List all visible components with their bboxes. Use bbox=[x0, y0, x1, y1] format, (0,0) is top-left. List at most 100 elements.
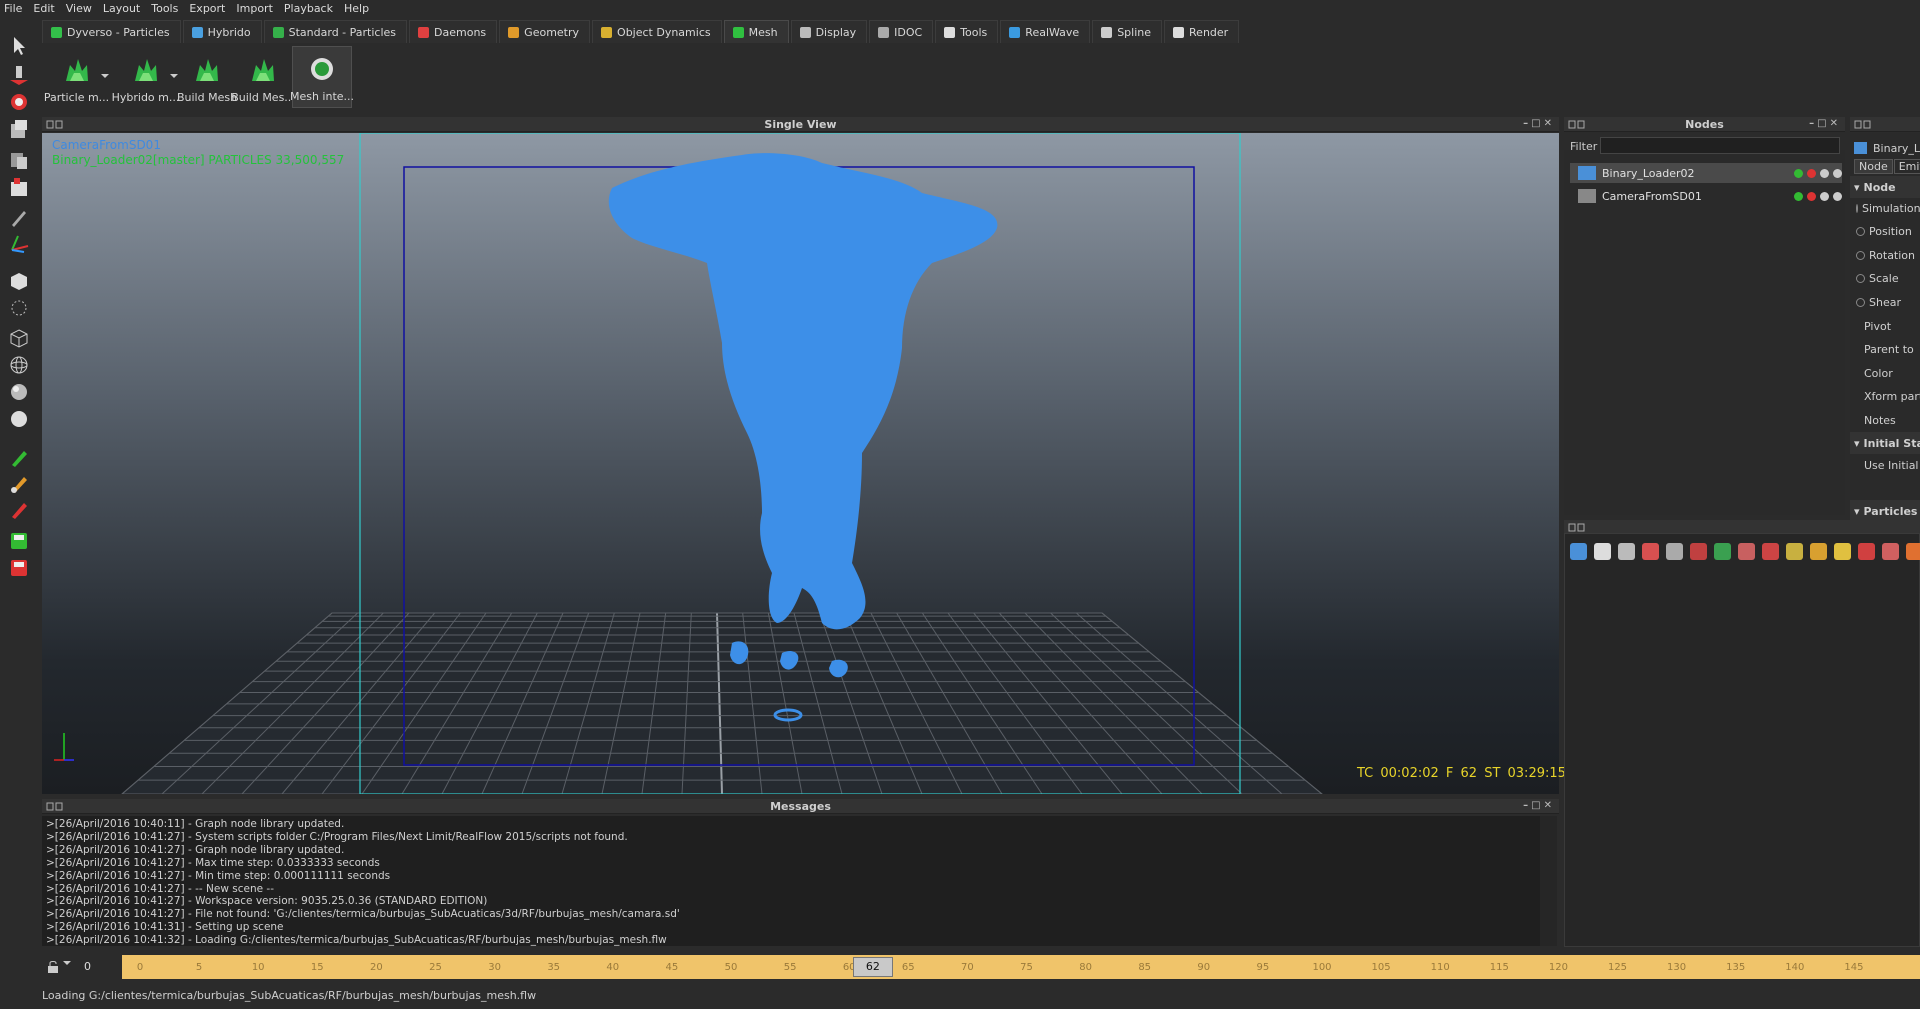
lock-icon[interactable] bbox=[46, 960, 60, 974]
shelf-button-3[interactable]: Build Mes... bbox=[231, 46, 295, 108]
menu-tools[interactable]: Tools bbox=[151, 2, 178, 15]
pencil-icon[interactable] bbox=[8, 207, 30, 229]
tab-spline[interactable]: Spline bbox=[1092, 20, 1163, 43]
property-tab[interactable]: Node bbox=[1854, 159, 1893, 174]
node-state-icon[interactable] bbox=[1833, 168, 1842, 178]
property-tab[interactable]: Emit bbox=[1893, 159, 1920, 174]
tab-render[interactable]: Render bbox=[1164, 20, 1240, 43]
radio-icon[interactable] bbox=[1856, 250, 1865, 260]
node-status-icons[interactable] bbox=[1794, 168, 1842, 178]
single-view-viewport[interactable] bbox=[42, 133, 1559, 794]
tab-geometry[interactable]: Geometry bbox=[499, 20, 591, 43]
menu-playback[interactable]: Playback bbox=[284, 2, 333, 15]
menu-import[interactable]: Import bbox=[236, 2, 273, 15]
node-status-icons[interactable] bbox=[1794, 191, 1842, 201]
radio-icon[interactable] bbox=[1856, 227, 1865, 237]
sphere-smooth-icon[interactable] bbox=[8, 408, 30, 430]
zoom-fit-icon[interactable] bbox=[1738, 543, 1755, 560]
chevron-down-icon[interactable] bbox=[101, 74, 109, 78]
start-frame[interactable]: 0 bbox=[84, 960, 91, 973]
scale-icon[interactable] bbox=[8, 118, 30, 140]
radio-icon[interactable] bbox=[1856, 203, 1858, 213]
panel-grip-icon[interactable] bbox=[1854, 120, 1872, 129]
brush-green-icon[interactable] bbox=[8, 447, 30, 469]
property-row[interactable]: Scale bbox=[1850, 268, 1920, 290]
property-row[interactable]: Rotation bbox=[1850, 244, 1920, 266]
section-initial-state[interactable]: ▾Initial Stat bbox=[1850, 432, 1920, 454]
chevron-down-icon[interactable] bbox=[170, 74, 178, 78]
node-state-icon[interactable] bbox=[1794, 168, 1803, 178]
shelf-button-0[interactable]: Particle m... bbox=[42, 46, 111, 108]
shelf-button-2[interactable]: Build Mesh bbox=[177, 46, 237, 108]
property-row[interactable]: Parent to bbox=[1850, 339, 1920, 361]
save-green-icon[interactable] bbox=[8, 530, 30, 552]
select-arrow-icon[interactable] bbox=[8, 35, 30, 57]
property-row[interactable]: Xform partic bbox=[1850, 386, 1920, 408]
tab-object-dynamics[interactable]: Object Dynamics bbox=[592, 20, 722, 43]
section-particles[interactable]: ▾ Particles bbox=[1850, 500, 1920, 522]
sphere-flat-icon[interactable] bbox=[8, 381, 30, 403]
sphere-wire-icon[interactable] bbox=[8, 354, 30, 376]
tab-dyverso-particles[interactable]: Dyverso - Particles bbox=[42, 20, 181, 43]
property-row[interactable]: Pivot bbox=[1850, 315, 1920, 337]
panel-grip-icon[interactable] bbox=[46, 802, 64, 811]
property-row[interactable]: Notes bbox=[1850, 409, 1920, 431]
menu-file[interactable]: File bbox=[4, 2, 22, 15]
messages-scrollbar[interactable] bbox=[1540, 816, 1557, 946]
nodes-window-controls[interactable]: –□✕ bbox=[1809, 118, 1841, 129]
radio-icon[interactable] bbox=[1856, 274, 1865, 284]
shelf-button-4[interactable]: Mesh inte... bbox=[290, 46, 354, 108]
timeline-current-frame[interactable]: 62 bbox=[852, 957, 893, 977]
cube-wire-icon[interactable] bbox=[8, 327, 30, 349]
tab-idoc[interactable]: IDOC bbox=[869, 20, 934, 43]
section-node[interactable]: ▾ Node bbox=[1850, 176, 1920, 198]
save-red-icon[interactable] bbox=[8, 557, 30, 579]
delete-icon[interactable] bbox=[1690, 543, 1707, 560]
pivot-icon[interactable] bbox=[8, 176, 30, 198]
menu-export[interactable]: Export bbox=[189, 2, 225, 15]
export-icon[interactable] bbox=[1666, 543, 1683, 560]
tab-standard-particles[interactable]: Standard - Particles bbox=[263, 20, 408, 43]
property-row[interactable]: Simulation bbox=[1850, 197, 1920, 219]
radio-icon[interactable] bbox=[1856, 297, 1865, 307]
undo-icon[interactable] bbox=[1570, 543, 1587, 560]
points-icon[interactable] bbox=[8, 297, 30, 319]
tab-daemons[interactable]: Daemons bbox=[409, 20, 498, 43]
brush-orange-icon[interactable] bbox=[8, 473, 30, 495]
tab-tools[interactable]: Tools bbox=[935, 20, 999, 43]
tab-display[interactable]: Display bbox=[790, 20, 868, 43]
new-icon[interactable] bbox=[1618, 543, 1635, 560]
link-icon[interactable] bbox=[1714, 543, 1731, 560]
messages-log[interactable]: >[26/April/2016 10:40:11] - Graph node l… bbox=[42, 816, 1547, 946]
break-icon[interactable] bbox=[1882, 543, 1899, 560]
redo-icon[interactable] bbox=[1594, 543, 1611, 560]
node-state-icon[interactable] bbox=[1820, 191, 1829, 201]
node-item[interactable]: Binary_Loader02 bbox=[1570, 163, 1842, 183]
filter-input[interactable] bbox=[1600, 137, 1840, 154]
property-row[interactable]: Shear bbox=[1850, 291, 1920, 313]
menu-layout[interactable]: Layout bbox=[103, 2, 140, 15]
zoom-select-icon[interactable] bbox=[1762, 543, 1779, 560]
rotate-icon[interactable] bbox=[8, 91, 30, 113]
messages-window-controls[interactable]: –□✕ bbox=[1523, 800, 1555, 811]
panel-grip-icon[interactable] bbox=[46, 120, 64, 129]
move-icon[interactable] bbox=[8, 64, 30, 86]
property-row[interactable]: Use Initial S bbox=[1850, 454, 1920, 476]
import-icon[interactable] bbox=[1642, 543, 1659, 560]
tab-realwave[interactable]: RealWave bbox=[1000, 20, 1091, 43]
menu-edit[interactable]: Edit bbox=[33, 2, 54, 15]
options-icon[interactable] bbox=[1906, 543, 1920, 560]
node-state-icon[interactable] bbox=[1807, 168, 1816, 178]
tab-mesh[interactable]: Mesh bbox=[723, 20, 789, 43]
shelf-button-1[interactable]: Hybrido m... bbox=[111, 46, 180, 108]
shear-icon[interactable] bbox=[8, 149, 30, 171]
panel-grip-icon[interactable] bbox=[1568, 120, 1586, 129]
viewport-window-controls[interactable]: –□✕ bbox=[1523, 118, 1555, 129]
node-state-icon[interactable] bbox=[1820, 168, 1829, 178]
property-row[interactable]: Position bbox=[1850, 221, 1920, 243]
timeline-slider[interactable]: 0 5 10 15 20 25 30 35 40 45 50 55 60 65 70 75 80 85 90 95 10… bbox=[122, 955, 1920, 979]
cube-solid-icon[interactable] bbox=[8, 270, 30, 292]
menu-help[interactable]: Help bbox=[344, 2, 369, 15]
tab-hybrido[interactable]: Hybrido bbox=[182, 20, 262, 43]
node-state-icon[interactable] bbox=[1794, 191, 1803, 201]
